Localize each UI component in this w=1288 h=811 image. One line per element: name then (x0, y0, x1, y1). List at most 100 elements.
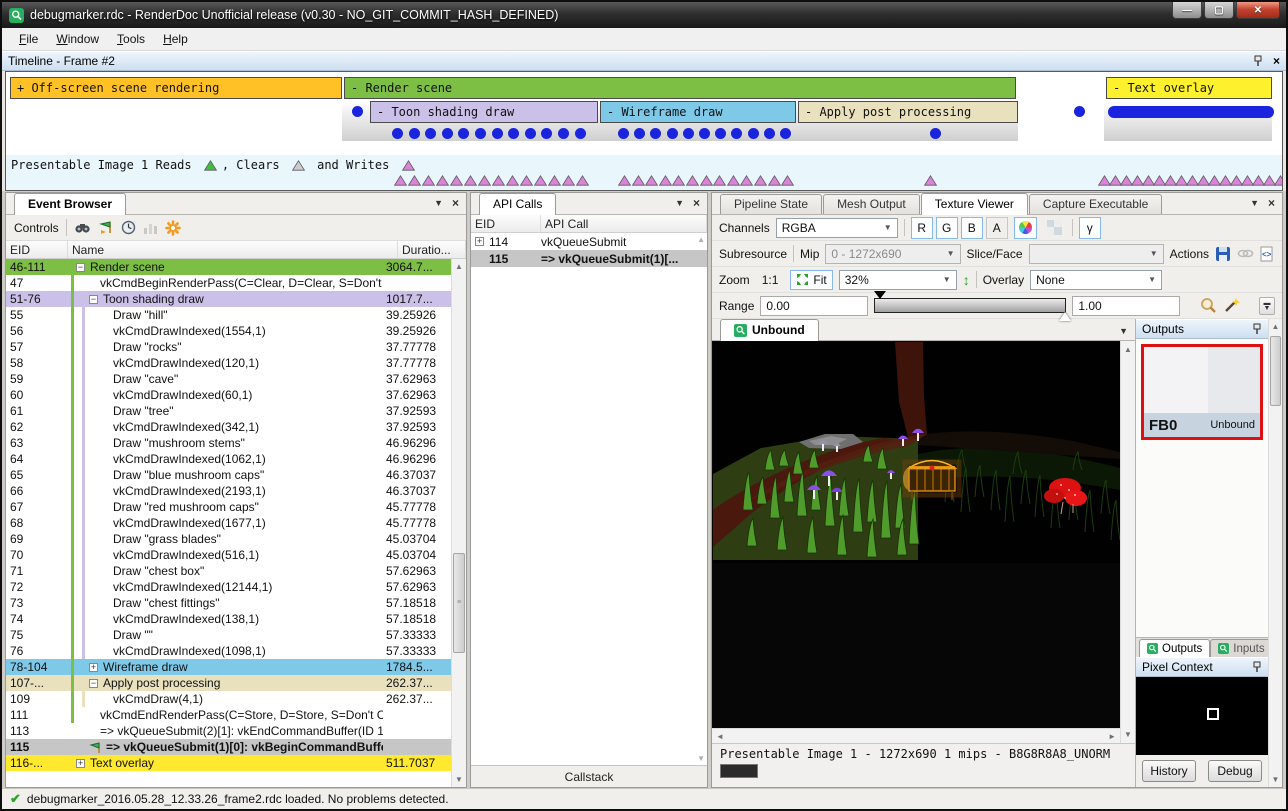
texture-tab-menu-icon[interactable]: ▼ (1119, 326, 1128, 336)
menu-item-help[interactable]: Help (154, 29, 197, 49)
event-browser-close-icon[interactable]: × (452, 196, 459, 210)
range-black-point-handle[interactable] (874, 291, 886, 299)
channels-combo[interactable]: RGBA▼ (776, 218, 898, 238)
api-scroll-down-icon[interactable]: ▼ (697, 754, 705, 763)
column-header-duratio[interactable]: Duratio... (398, 241, 466, 258)
menu-item-tools[interactable]: Tools (108, 29, 154, 49)
texture-image[interactable] (713, 342, 1120, 563)
tree-expander-icon[interactable]: − (89, 679, 98, 688)
pixel-context-pin-icon[interactable] (1252, 661, 1262, 673)
close-button[interactable]: ✕ (1236, 2, 1280, 19)
event-row[interactable]: 68vkCmdDrawIndexed(1677,1)45.77778 (6, 515, 451, 531)
texture-panel-close-icon[interactable]: × (1268, 196, 1275, 210)
fb0-thumbnail[interactable]: FB0 Unbound (1141, 344, 1263, 440)
api-calls-menu-icon[interactable]: ▼ (675, 198, 684, 208)
maximize-button[interactable]: ▢ (1204, 2, 1234, 19)
texture-viewport[interactable]: ▲▼ ◄► (712, 341, 1135, 743)
event-row[interactable]: 111vkCmdEndRenderPass(C=Store, D=Store, … (6, 707, 451, 723)
event-row[interactable]: 78-104+Wireframe draw1784.5... (6, 659, 451, 675)
zoom-combo[interactable]: 32%▼ (839, 270, 957, 290)
event-row[interactable]: 57Draw "rocks"37.77778 (6, 339, 451, 355)
event-row[interactable]: 51-76−Toon shading draw1017.7... (6, 291, 451, 307)
timeline-bar--toon-shading-draw[interactable]: - Toon shading draw (370, 101, 598, 123)
event-row[interactable]: 73Draw "chest fittings"57.18518 (6, 595, 451, 611)
alpha-checker-button[interactable] (1043, 217, 1066, 239)
tab-outputs[interactable]: Outputs (1139, 639, 1210, 657)
pin-icon[interactable] (1253, 55, 1263, 67)
zoom-1to1-button[interactable]: 1:1 (756, 270, 785, 290)
event-row[interactable]: 109vkCmdDraw(4,1)262.37... (6, 691, 451, 707)
tab-unbound-texture[interactable]: Unbound (720, 319, 819, 341)
event-row[interactable]: 115=> vkQueueSubmit(1)[0]: vkBeginComman… (6, 739, 451, 755)
event-row[interactable]: 72vkCmdDrawIndexed(12144,1)57.62963 (6, 579, 451, 595)
zoom-range-icon[interactable] (1200, 297, 1217, 314)
event-row[interactable]: 59Draw "cave"37.62963 (6, 371, 451, 387)
fit-button[interactable]: Fit (790, 270, 832, 290)
column-header-eid[interactable]: EID (6, 241, 68, 258)
gamma-button[interactable]: γ (1079, 217, 1101, 239)
range-min-field[interactable]: 0.00 (760, 296, 868, 316)
event-row[interactable]: 70vkCmdDrawIndexed(516,1)45.03704 (6, 547, 451, 563)
goto-bookmark-icon[interactable] (98, 220, 114, 235)
tab-inputs[interactable]: Inputs (1210, 639, 1272, 657)
tree-expander-icon[interactable]: + (475, 237, 484, 246)
channel-b-button[interactable]: B (961, 217, 983, 239)
mip-combo[interactable]: 0 - 1272x690▼ (825, 244, 960, 264)
scrollbar-thumb[interactable]: ≡ (453, 553, 465, 653)
texture-vertical-scrollbar[interactable]: ▲▼ (1120, 341, 1135, 743)
event-row[interactable]: 58vkCmdDrawIndexed(120,1)37.77778 (6, 355, 451, 371)
menu-item-file[interactable]: File (10, 29, 47, 49)
column-header-name[interactable]: Name (68, 241, 398, 258)
range-max-field[interactable]: 1.00 (1072, 296, 1180, 316)
event-row[interactable]: 56vkCmdDrawIndexed(1554,1)39.25926 (6, 323, 451, 339)
event-row[interactable]: 75Draw ""57.33333 (6, 627, 451, 643)
pixel-context-view[interactable] (1136, 677, 1268, 755)
tab-texture-viewer[interactable]: Texture Viewer (921, 193, 1028, 215)
menu-item-window[interactable]: Window (47, 29, 108, 49)
event-row[interactable]: 64vkCmdDrawIndexed(1062,1)46.96296 (6, 451, 451, 467)
timeline-bar--off-screen-scene-rendering[interactable]: + Off-screen scene rendering (10, 77, 342, 99)
event-row[interactable]: 67Draw "red mushroom caps"45.77778 (6, 499, 451, 515)
event-row[interactable]: 107-...−Apply post processing262.37... (6, 675, 451, 691)
channel-a-button[interactable]: A (986, 217, 1008, 239)
event-browser-scrollbar[interactable]: ▲ ≡ ▼ (451, 259, 466, 787)
event-row[interactable]: 116-...+Text overlay511.7037 (6, 755, 451, 771)
event-row[interactable]: 74vkCmdDrawIndexed(138,1)57.18518 (6, 611, 451, 627)
autofit-wand-icon[interactable] (1223, 297, 1240, 314)
event-row[interactable]: 65Draw "blue mushroom caps"46.37037 (6, 467, 451, 483)
tab-mesh-output[interactable]: Mesh Output (823, 194, 920, 214)
tree-expander-icon[interactable]: + (89, 663, 98, 672)
column-header-eid[interactable]: EID (471, 215, 541, 232)
tab-api-calls[interactable]: API Calls (479, 193, 556, 215)
event-row[interactable]: 69Draw "grass blades"45.03704 (6, 531, 451, 547)
tree-expander-icon[interactable]: + (76, 759, 85, 768)
range-slider[interactable] (874, 298, 1066, 313)
tree-expander-icon[interactable]: − (76, 263, 85, 272)
timeline-bar--wireframe-draw[interactable]: - Wireframe draw (600, 101, 796, 123)
slice-face-combo[interactable]: ▼ (1029, 244, 1164, 264)
time-draws-icon[interactable] (121, 220, 136, 235)
event-row[interactable]: 55Draw "hill"39.25926 (6, 307, 451, 323)
event-row[interactable]: 47vkCmdBeginRenderPass(C=Clear, D=Clear,… (6, 275, 451, 291)
outputs-pin-icon[interactable] (1252, 323, 1262, 335)
column-header-apicall[interactable]: API Call (541, 215, 707, 232)
event-row[interactable]: 61Draw "tree"37.92593 (6, 403, 451, 419)
event-row[interactable]: 62vkCmdDrawIndexed(342,1)37.92593 (6, 419, 451, 435)
event-row[interactable]: 63Draw "mushroom stems"46.96296 (6, 435, 451, 451)
event-row[interactable]: 66vkCmdDrawIndexed(2193,1)46.37037 (6, 483, 451, 499)
timeline-close-icon[interactable]: × (1273, 54, 1280, 68)
channel-r-button[interactable]: R (911, 217, 933, 239)
tab-event-browser[interactable]: Event Browser (14, 193, 126, 215)
flip-y-icon[interactable]: ↕ (963, 272, 970, 288)
range-white-point-handle[interactable] (1059, 312, 1071, 321)
tree-expander-icon[interactable]: − (89, 295, 98, 304)
timeline-bar--apply-post-processing[interactable]: - Apply post processing (798, 101, 1018, 123)
texture-panel-menu-icon[interactable]: ▼ (1250, 198, 1259, 208)
api-scroll-up-icon[interactable]: ▲ (697, 235, 705, 244)
event-row[interactable]: 71Draw "chest box"57.62963 (6, 563, 451, 579)
history-button[interactable]: History (1142, 760, 1196, 782)
event-row[interactable]: 76vkCmdDrawIndexed(1098,1)57.33333 (6, 643, 451, 659)
debug-button[interactable]: Debug (1208, 760, 1262, 782)
event-row[interactable]: 46-111−Render scene3064.7... (6, 259, 451, 275)
save-texture-icon[interactable] (1215, 246, 1231, 262)
